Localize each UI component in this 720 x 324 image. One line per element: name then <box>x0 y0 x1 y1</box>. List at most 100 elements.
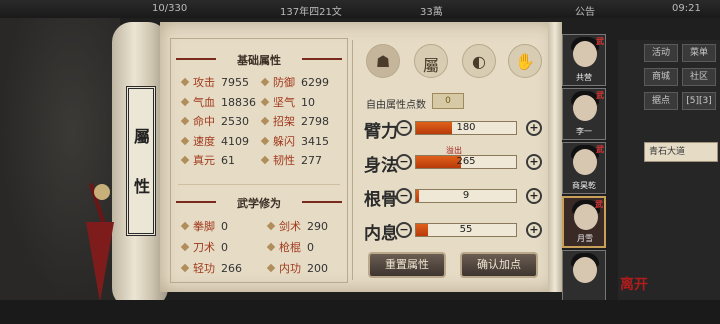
stat-value: 4109 <box>221 134 249 148</box>
portrait-face <box>573 41 597 67</box>
party-member-card[interactable]: 武李一 <box>562 88 606 140</box>
decrease-button[interactable]: − <box>396 120 412 136</box>
stat-row: 攻击 7955 <box>180 74 249 90</box>
attribute-value: 180 <box>456 122 476 133</box>
stat-value: 61 <box>221 154 235 167</box>
rank-badge: 武 <box>596 145 604 154</box>
attribute-bar: 9 <box>415 189 517 203</box>
increase-button[interactable]: + <box>526 120 542 136</box>
party-member-card[interactable] <box>562 250 606 302</box>
menu-button[interactable]: 菜单 <box>682 44 716 62</box>
overflow-label: 溢出 <box>446 146 462 155</box>
bullet-icon <box>260 97 270 106</box>
member-name: 月雪 <box>577 234 593 243</box>
stat-value: 290 <box>307 220 328 233</box>
menu-button[interactable]: 商城 <box>644 68 678 86</box>
party-member-card[interactable]: 武商昊乾 <box>562 142 606 194</box>
member-name: 共营 <box>576 73 592 82</box>
bullet-icon <box>180 263 190 273</box>
attribute-name: 内息 <box>364 224 398 244</box>
stat-row: 刀术 0 <box>180 239 228 255</box>
party-member-card[interactable]: 武月雪 <box>562 196 606 248</box>
bullet-icon <box>260 116 270 126</box>
bullet-icon <box>180 242 190 252</box>
notice-button[interactable]: 公告 <box>575 3 595 18</box>
rank-badge: 武 <box>595 200 603 209</box>
stat-value: 0 <box>221 220 228 233</box>
exit-label[interactable]: 离开 <box>620 274 648 294</box>
stat-label: 轻功 <box>193 262 215 275</box>
stat-value: 200 <box>307 262 328 275</box>
party-member-card[interactable]: 武共营 <box>562 34 606 86</box>
stat-value: 10 <box>301 95 315 109</box>
character-tab[interactable]: ☗ <box>366 44 400 78</box>
paper-edge <box>548 22 562 292</box>
exp-counter: 10/330 <box>152 3 188 14</box>
quest-tracker[interactable]: 青石大道 <box>644 142 718 162</box>
stat-row: 韧性 277 <box>260 152 322 168</box>
stat-label: 招架 <box>273 115 295 128</box>
bullet-icon <box>260 155 270 165</box>
stat-value: 0 <box>221 241 228 254</box>
portrait-face <box>573 257 597 283</box>
stat-value: 0 <box>307 241 314 254</box>
stat-label: 气血 <box>193 95 215 109</box>
tassel-knot <box>94 184 110 200</box>
tassel <box>86 222 114 302</box>
stat-row: 真元 61 <box>180 152 235 168</box>
skills-tab[interactable]: ◐ <box>462 44 496 78</box>
decrease-button[interactable]: − <box>396 154 412 170</box>
increase-button[interactable]: + <box>526 154 542 170</box>
attribute-name: 身法 <box>364 156 398 176</box>
increase-button[interactable]: + <box>526 188 542 204</box>
stat-label: 命中 <box>193 115 215 128</box>
bullet-icon <box>260 136 270 145</box>
time-label: 137年四21文 <box>280 7 342 18</box>
menu-button[interactable]: 活动 <box>644 44 678 62</box>
decrease-button[interactable]: − <box>396 188 412 204</box>
increase-button[interactable]: + <box>526 222 542 238</box>
scroll-title-tag: 屬 性 <box>126 86 156 236</box>
bullet-icon <box>266 263 276 273</box>
stat-label: 刀术 <box>193 241 215 254</box>
menu-button[interactable]: 据点 <box>644 92 678 110</box>
bullet-icon <box>180 221 190 231</box>
bullet-icon <box>180 77 190 87</box>
menu-button[interactable]: 社区 <box>682 68 716 86</box>
stat-row: 枪棍 0 <box>266 239 314 255</box>
stat-label: 坚气 <box>273 95 295 109</box>
stat-label: 拳脚 <box>193 220 215 233</box>
portrait-face <box>573 95 597 121</box>
martial-title: 武学修为 <box>174 195 344 211</box>
decrease-button[interactable]: − <box>396 222 412 238</box>
attribute-value: 9 <box>462 190 470 201</box>
stat-row: 气血 18836 <box>180 94 256 110</box>
stat-label: 躲闪 <box>273 134 295 148</box>
body-tab[interactable]: ✋ <box>508 44 542 78</box>
confirm-points-button[interactable]: 确认加点 <box>460 252 538 278</box>
attribute-name: 根骨 <box>364 190 398 210</box>
bullet-icon <box>180 116 190 126</box>
free-points-label: 自由属性点数 <box>366 100 426 111</box>
stat-row: 剑术 290 <box>266 218 328 234</box>
attribute-value: 55 <box>459 224 473 235</box>
attribute-name: 臂力 <box>364 122 398 142</box>
member-name: 李一 <box>576 127 592 136</box>
reset-attributes-button[interactable]: 重置属性 <box>368 252 446 278</box>
bullet-icon <box>266 242 276 252</box>
stat-value: 18836 <box>221 95 256 109</box>
section-divider <box>178 184 340 185</box>
stat-label: 真元 <box>193 154 215 167</box>
attributes-tab[interactable]: 屬 <box>414 44 448 78</box>
menu-button[interactable]: [5][3] <box>682 92 716 110</box>
scroll-title-char-1: 屬 <box>134 127 151 146</box>
portrait-face <box>573 149 597 175</box>
stat-value: 277 <box>301 154 322 167</box>
stat-label: 剑术 <box>279 220 301 233</box>
stat-row: 防御 6299 <box>260 74 329 90</box>
character-icon: ☗ <box>375 52 391 71</box>
scroll-title-char-2: 性 <box>134 177 151 196</box>
skills-icon: ◐ <box>472 52 486 71</box>
panel-divider <box>352 40 353 280</box>
stat-row: 坚气 10 <box>260 94 315 110</box>
